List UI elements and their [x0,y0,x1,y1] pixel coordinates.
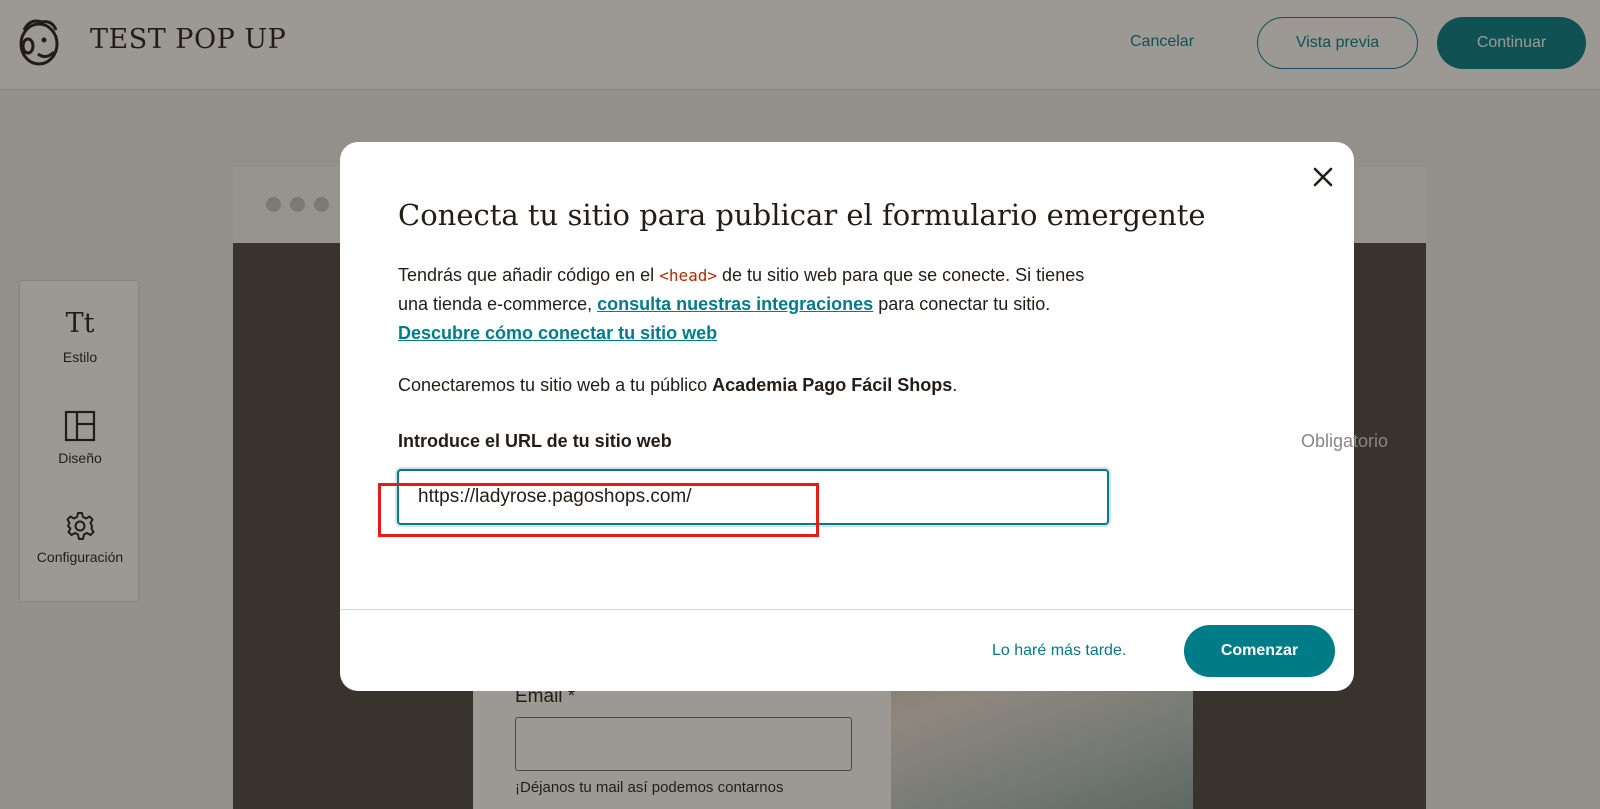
desc-text: Tendrás que añadir código en el [398,265,660,285]
modal-description: Tendrás que añadir código en el <head> d… [398,261,1118,348]
do-it-later-link[interactable]: Lo haré más tarde. [992,642,1126,660]
audience-prefix: Conectaremos tu sitio web a tu público [398,375,713,395]
audience-name: Academia Pago Fácil Shops [712,375,953,395]
desc-text: para conectar tu sitio. [873,294,1051,314]
start-button[interactable]: Comenzar [1184,625,1335,677]
close-icon[interactable] [1306,160,1340,194]
head-code: <head> [659,266,717,285]
website-url-input[interactable] [397,469,1109,525]
divider [340,609,1354,610]
connect-site-modal: Conecta tu sitio para publicar el formul… [340,142,1388,691]
modal-title: Conecta tu sitio para publicar el formul… [398,198,1206,232]
integrations-link[interactable]: consulta nuestras integraciones [597,294,873,314]
connect-site-help-link[interactable]: Descubre cómo conectar tu sitio web [398,323,717,343]
audience-suffix: . [952,375,958,395]
required-indicator: Obligatorio [1300,431,1388,451]
url-field-label: Introduce el URL de tu sitio web [398,431,672,451]
audience-text: Conectaremos tu sitio web a tu público A… [398,375,1118,396]
